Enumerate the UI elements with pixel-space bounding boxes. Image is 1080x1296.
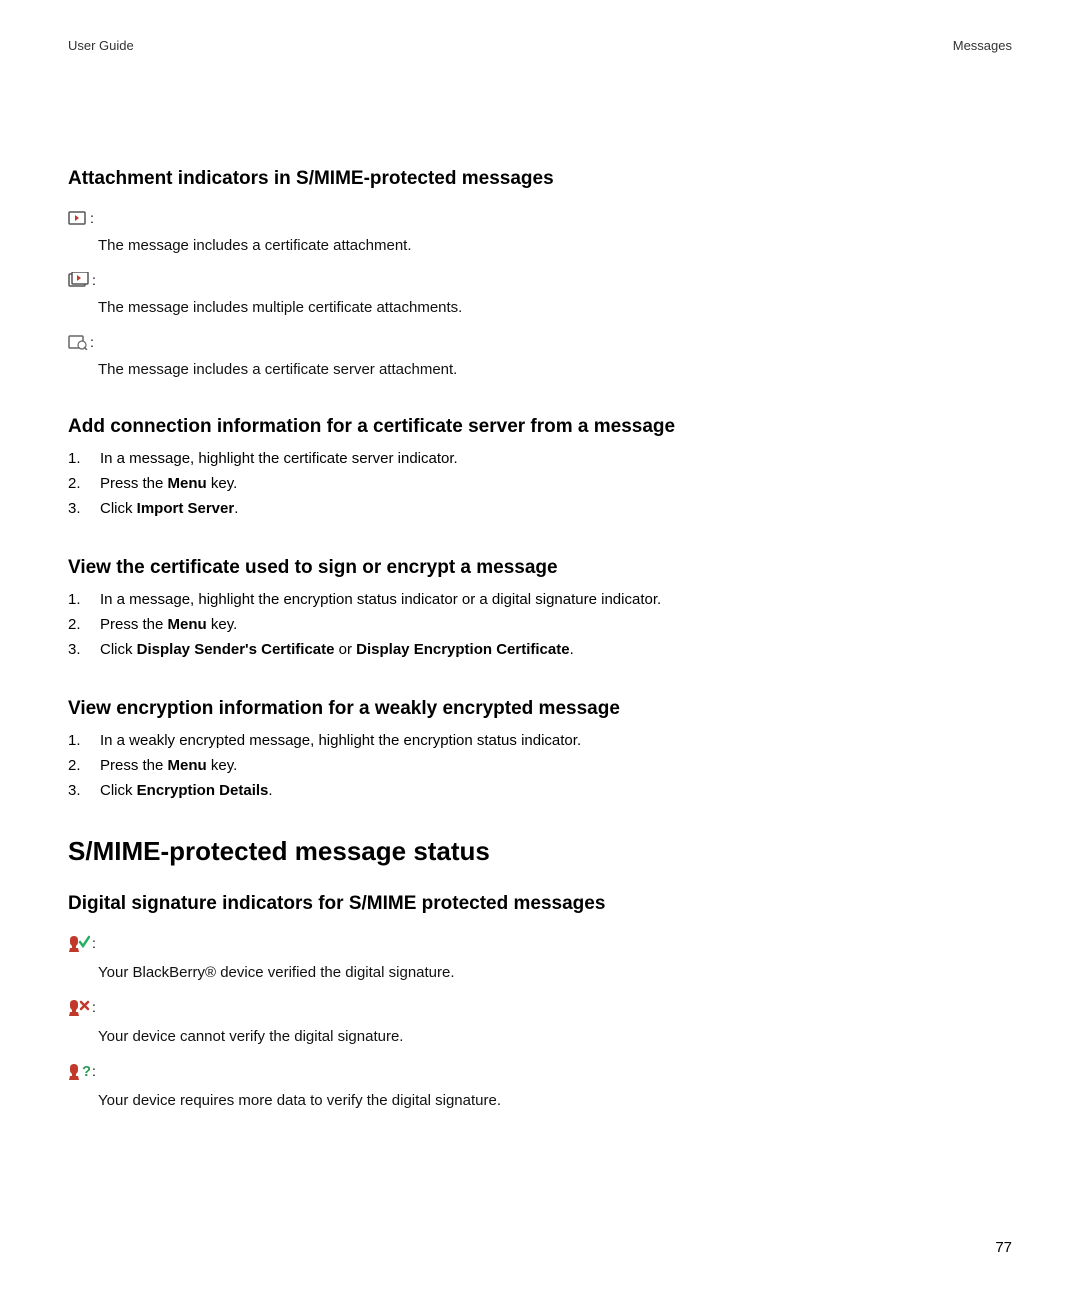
indicator-desc: Your BlackBerry® device verified the dig…	[98, 964, 1012, 981]
step-bold: Display Sender's Certificate	[137, 641, 335, 658]
step-text: In a message, highlight the certificate …	[100, 450, 458, 467]
section-title-view-cert: View the certificate used to sign or enc…	[68, 557, 1012, 579]
indicator-desc: Your device requires more data to verify…	[98, 1092, 1012, 1109]
list-item: In a weakly encrypted message, highlight…	[68, 730, 1012, 751]
sig-unverified-icon	[68, 999, 90, 1022]
multi-cert-attach-icon	[68, 272, 90, 293]
list-item: Press the Menu key.	[68, 473, 1012, 494]
step-bold: Menu	[168, 616, 207, 633]
page-header: User Guide Messages	[68, 38, 1012, 53]
indicator-desc: Your device cannot verify the digital si…	[98, 1028, 1012, 1045]
cert-server-attach-icon	[68, 334, 88, 355]
steps-add-connection: In a message, highlight the certificate …	[68, 448, 1012, 519]
step-text: key.	[207, 616, 238, 633]
section-title-status: S/MIME-protected message status	[68, 836, 1012, 867]
list-item: Click Encryption Details.	[68, 780, 1012, 801]
indicator-desc: The message includes a certificate serve…	[98, 361, 1012, 378]
list-item: Click Import Server.	[68, 498, 1012, 519]
header-right: Messages	[953, 38, 1012, 53]
sig-verified-icon	[68, 935, 90, 958]
cert-attach-icon	[68, 210, 88, 231]
step-text: .	[234, 500, 238, 517]
indicator-cert-server-attach: : The message includes a certificate ser…	[68, 334, 1012, 378]
step-text: In a weakly encrypted message, highlight…	[100, 732, 581, 749]
list-item: In a message, highlight the encryption s…	[68, 589, 1012, 610]
indicator-sig-verified: : Your BlackBerry® device verified the d…	[68, 935, 1012, 981]
indicator-multi-cert-attach: : The message includes multiple certific…	[68, 272, 1012, 316]
page-number: 77	[995, 1239, 1012, 1256]
step-text: Press the	[100, 475, 168, 492]
list-item: Press the Menu key.	[68, 755, 1012, 776]
step-text: In a message, highlight the encryption s…	[100, 591, 661, 608]
steps-view-encryption: In a weakly encrypted message, highlight…	[68, 730, 1012, 801]
header-left: User Guide	[68, 38, 134, 53]
indicator-sig-moredata: ? : Your device requires more data to ve…	[68, 1063, 1012, 1109]
step-text: key.	[207, 757, 238, 774]
list-item: In a message, highlight the certificate …	[68, 448, 1012, 469]
indicator-desc: The message includes a certificate attac…	[98, 237, 1012, 254]
step-bold: Encryption Details	[137, 782, 269, 799]
step-text: key.	[207, 475, 238, 492]
step-text: Click	[100, 782, 137, 799]
section-title-digital-sig: Digital signature indicators for S/MIME …	[68, 893, 1012, 915]
indicator-desc: The message includes multiple certificat…	[98, 299, 1012, 316]
step-bold: Display Encryption Certificate	[356, 641, 569, 658]
step-bold: Import Server	[137, 500, 235, 517]
steps-view-cert: In a message, highlight the encryption s…	[68, 589, 1012, 660]
sig-moredata-icon: ?	[68, 1063, 90, 1086]
step-text: or	[334, 641, 356, 658]
section-title-attachment-indicators: Attachment indicators in S/MIME-protecte…	[68, 168, 1012, 190]
indicator-cert-attach: : The message includes a certificate att…	[68, 210, 1012, 254]
step-text: Press the	[100, 616, 168, 633]
list-item: Click Display Sender's Certificate or Di…	[68, 639, 1012, 660]
section-title-view-encryption: View encryption information for a weakly…	[68, 698, 1012, 720]
list-item: Press the Menu key.	[68, 614, 1012, 635]
step-text: Press the	[100, 757, 168, 774]
step-text: Click	[100, 641, 137, 658]
svg-text:?: ?	[82, 1063, 90, 1080]
section-title-add-connection: Add connection information for a certifi…	[68, 416, 1012, 438]
step-text: .	[268, 782, 272, 799]
step-bold: Menu	[168, 475, 207, 492]
step-bold: Menu	[168, 757, 207, 774]
indicator-sig-unverified: : Your device cannot verify the digital …	[68, 999, 1012, 1045]
step-text: Click	[100, 500, 137, 517]
step-text: .	[570, 641, 574, 658]
